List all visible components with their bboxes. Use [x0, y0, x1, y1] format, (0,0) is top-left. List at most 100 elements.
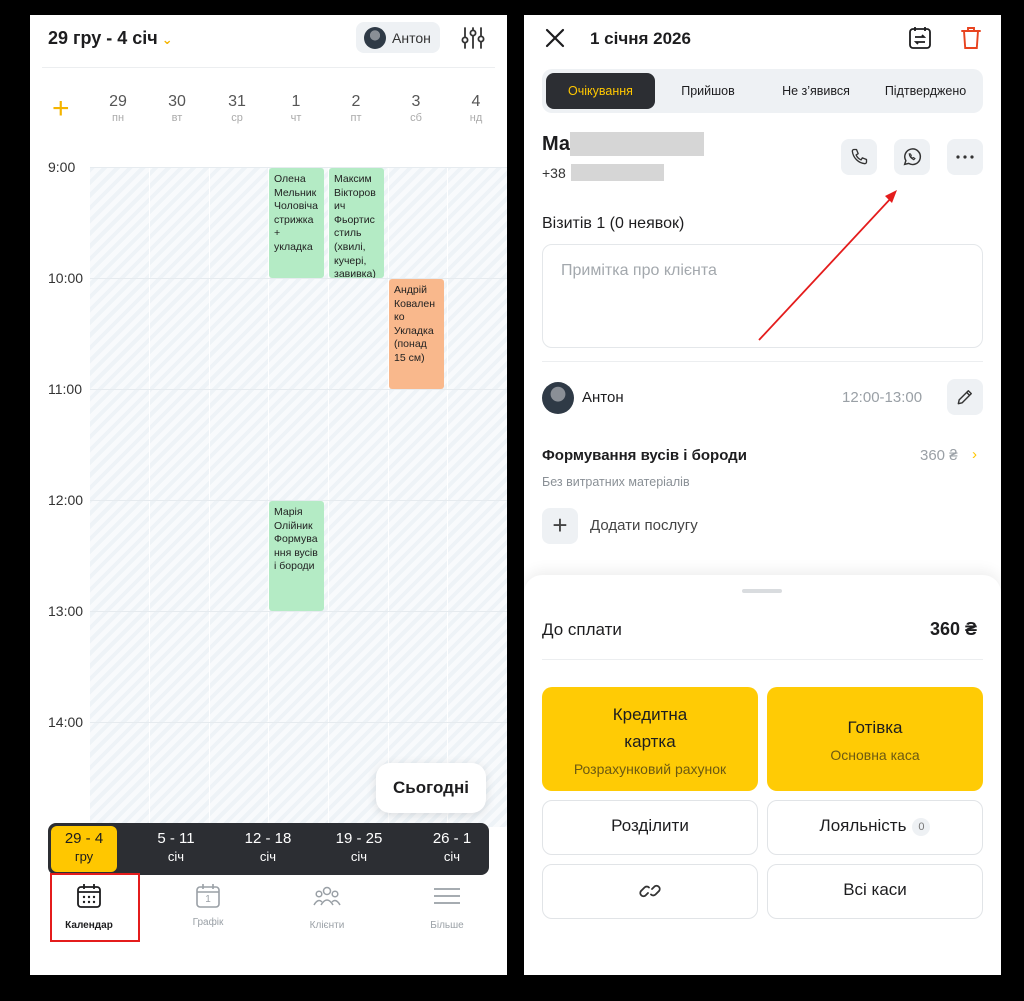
- day-number: 4: [471, 93, 481, 110]
- time-label: 12:00: [48, 492, 84, 508]
- week-chip[interactable]: 12 - 18 січ: [228, 826, 308, 872]
- status-pending[interactable]: Очікування: [546, 73, 655, 109]
- hour-line: [90, 611, 507, 612]
- whatsapp-button[interactable]: [894, 139, 930, 175]
- day-header[interactable]: 1 чт: [266, 93, 326, 124]
- master-name: Антон: [582, 389, 624, 406]
- appointment-card[interactable]: Олена Мельник Чоловіча стрижка + укладка: [269, 168, 324, 278]
- day-header[interactable]: 31 ср: [207, 93, 267, 124]
- edit-button[interactable]: [947, 379, 983, 415]
- day-header[interactable]: 3 сб: [386, 93, 446, 124]
- status-arrived[interactable]: Прийшов: [656, 73, 760, 109]
- week-month: січ: [167, 849, 185, 864]
- appointment-card[interactable]: Андрій Коваленко Укладка (понад 15 см): [389, 279, 444, 389]
- filter-icon[interactable]: [460, 25, 486, 51]
- credit-card-label-line1: Кредитна: [612, 705, 688, 724]
- weekday: пн: [111, 112, 125, 124]
- time-label: 10:00: [48, 270, 84, 286]
- pencil-icon: [957, 390, 972, 405]
- chevron-right-icon[interactable]: ›: [972, 446, 977, 463]
- client-name[interactable]: Ма: [542, 133, 570, 156]
- week-range: 5 - 11: [157, 830, 195, 847]
- status-confirmed[interactable]: Підтверджено: [872, 73, 979, 109]
- date-range-selector[interactable]: 29 гру - 4 січ ⌄: [48, 28, 173, 49]
- tab-clients[interactable]: Клієнти: [282, 881, 372, 931]
- tab-label: Графік: [192, 917, 224, 928]
- week-chip[interactable]: 29 - 4 гру: [51, 826, 117, 872]
- staff-selector[interactable]: Антон: [356, 22, 440, 53]
- more-icon: [956, 155, 974, 159]
- calendar-sync-icon[interactable]: [907, 25, 933, 51]
- tab-label: Більше: [430, 920, 464, 931]
- weekday: ср: [231, 112, 243, 124]
- header-divider: [42, 67, 495, 68]
- payment-link-button[interactable]: [542, 864, 758, 919]
- appointment-date: 1 січня 2026: [590, 29, 691, 48]
- status-no-show[interactable]: Не з’явився: [764, 73, 868, 109]
- client-note-field[interactable]: Примітка про клієнта: [542, 244, 983, 348]
- column-divider: [149, 167, 150, 827]
- date-range-label: 29 гру - 4 січ: [48, 28, 158, 48]
- calendar-header: 29 гру - 4 січ ⌄ Антон: [30, 15, 507, 67]
- weekday: вт: [171, 112, 183, 124]
- avatar: [542, 382, 574, 414]
- call-button[interactable]: [841, 139, 877, 175]
- tab-schedule[interactable]: 1 Графік: [163, 881, 253, 928]
- schedule-calendar-icon: 1: [193, 881, 223, 911]
- day-header[interactable]: 29 пн: [88, 93, 148, 124]
- time-label: 14:00: [48, 714, 84, 730]
- service-name[interactable]: Формування вусів і бороди: [542, 447, 747, 464]
- loyalty-count-badge: 0: [912, 817, 931, 836]
- day-header[interactable]: 30 вт: [147, 93, 207, 124]
- whatsapp-icon: [903, 148, 922, 166]
- credit-card-account: Розрахунковий рахунок: [573, 761, 727, 777]
- week-chip[interactable]: 19 - 25 січ: [319, 826, 399, 872]
- phone-icon: [851, 148, 868, 165]
- week-range: 12 - 18: [244, 830, 292, 847]
- trash-icon[interactable]: [959, 25, 983, 51]
- week-chip[interactable]: 26 - 1 січ: [412, 826, 492, 872]
- menu-icon: [434, 888, 460, 904]
- today-button[interactable]: Сьогодні: [376, 763, 486, 813]
- redacted-phone: [571, 164, 664, 181]
- cash-button[interactable]: Готівка Основна каса: [767, 687, 983, 791]
- day-header[interactable]: 4 нд: [446, 93, 506, 124]
- add-service-button[interactable]: Додати послугу: [590, 517, 698, 534]
- all-registers-button[interactable]: Всі каси: [767, 864, 983, 919]
- divider: [542, 659, 983, 660]
- loyalty-label: Лояльність: [819, 816, 907, 835]
- day-number: 29: [109, 93, 127, 110]
- redacted-name: [570, 132, 704, 156]
- split-button[interactable]: Розділити: [542, 800, 758, 855]
- week-range: 29 - 4: [64, 830, 104, 847]
- hour-line: [90, 278, 507, 279]
- time-label: 13:00: [48, 603, 84, 619]
- add-appointment-plus-icon[interactable]: +: [52, 94, 70, 124]
- day-header[interactable]: 2 пт: [326, 93, 386, 124]
- sheet-handle[interactable]: [742, 589, 782, 593]
- weekday: пт: [350, 112, 362, 124]
- client-phone[interactable]: +38: [542, 165, 566, 181]
- days-row: + 29 пн 30 вт 31 ср 1 чт 2 пт 3 сб 4 нд: [30, 85, 507, 135]
- plus-icon[interactable]: +: [542, 508, 578, 544]
- loyalty-button[interactable]: Лояльність 0: [767, 800, 983, 855]
- visits-count: Візитів 1 (0 неявок): [542, 215, 685, 232]
- week-range: 19 - 25: [335, 830, 383, 847]
- day-number: 3: [411, 93, 421, 110]
- more-options-button[interactable]: [947, 139, 983, 175]
- calendar-screen: 29 гру - 4 січ ⌄ Антон + 29 пн 30 вт 31 ср 1…: [30, 15, 507, 975]
- week-selector: 29 - 4 гру 5 - 11 січ 12 - 18 січ 19 - 25 сі…: [48, 823, 489, 875]
- weekday: нд: [469, 112, 483, 124]
- schedule-icon-digit: 1: [205, 894, 211, 905]
- close-icon[interactable]: [542, 25, 568, 51]
- week-chip[interactable]: 5 - 11 січ: [136, 826, 216, 872]
- cash-label: Готівка: [847, 718, 903, 737]
- tab-more[interactable]: Більше: [402, 881, 492, 931]
- time-label: 9:00: [48, 159, 76, 175]
- service-materials: Без витратних матеріалів: [542, 475, 690, 489]
- appointment-card[interactable]: Марія Олійник Формування вусів і бороди: [269, 501, 324, 611]
- appointment-screen: 1 січня 2026 Очікування Прийшов Не з’яви…: [524, 15, 1001, 975]
- weekday: сб: [410, 112, 422, 124]
- appointment-card[interactable]: Максим Вікторович Фьортис стиль (хвилі, …: [329, 168, 384, 278]
- credit-card-button[interactable]: Кредитна картка Розрахунковий рахунок: [542, 687, 758, 791]
